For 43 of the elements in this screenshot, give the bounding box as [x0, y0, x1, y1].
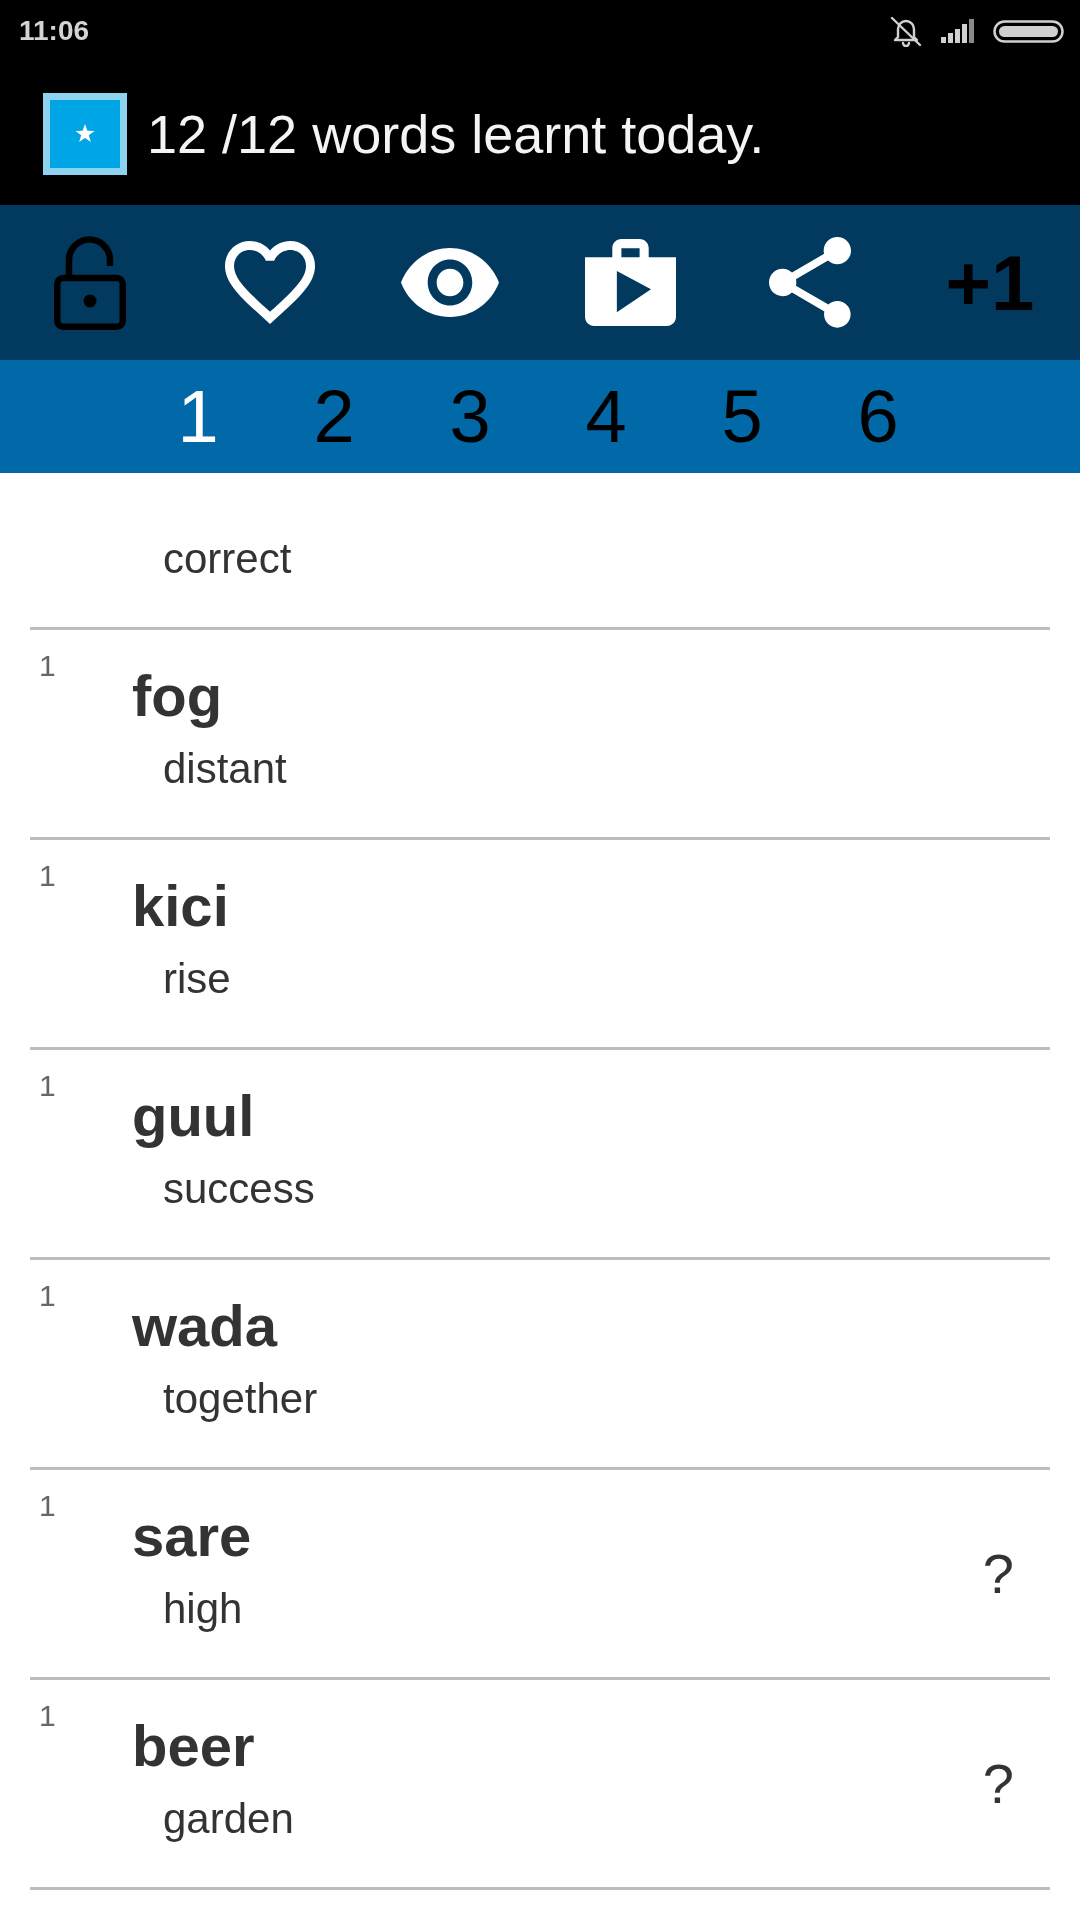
- meaning-text: together: [163, 1375, 318, 1423]
- meaning-text: distant: [163, 745, 287, 793]
- title-text: 12 /12 words learnt today.: [147, 102, 765, 165]
- list-item[interactable]: correct: [30, 473, 1050, 630]
- list-item[interactable]: 1 kici rise: [30, 840, 1050, 1050]
- row-number: 1: [39, 651, 56, 681]
- meaning-text: high: [163, 1585, 243, 1633]
- row-number: 1: [39, 1491, 56, 1521]
- row-number: 1: [39, 1071, 56, 1101]
- bell-off-icon: [889, 15, 923, 47]
- word-text: fog: [132, 664, 223, 728]
- row-number: 1: [39, 861, 56, 891]
- word-text: guul: [132, 1084, 255, 1148]
- tab[interactable]: 3: [402, 360, 538, 473]
- list-item[interactable]: 1 sare high ?: [30, 1470, 1050, 1680]
- row-number: 1: [39, 1701, 56, 1731]
- status-time: 11:06: [19, 15, 90, 47]
- battery-icon: [993, 19, 1064, 43]
- word-text: beer: [132, 1714, 255, 1778]
- meaning-text: garden: [163, 1795, 294, 1843]
- list-item[interactable]: 1 fog distant: [30, 630, 1050, 840]
- list-item[interactable]: 1 beer garden ?: [30, 1680, 1050, 1890]
- meaning-text: success: [163, 1165, 315, 1213]
- bag-play-icon[interactable]: [584, 239, 676, 326]
- row-number: 1: [39, 1281, 56, 1311]
- meaning-text: correct: [163, 535, 292, 583]
- question-mark: ?: [982, 1753, 1014, 1814]
- signal-icon: [940, 19, 976, 43]
- list-item[interactable]: 1 guul success: [30, 1050, 1050, 1260]
- tab[interactable]: 1: [130, 360, 266, 473]
- eye-icon[interactable]: [401, 248, 499, 317]
- tab[interactable]: 4: [538, 360, 674, 473]
- heart-icon[interactable]: [225, 241, 315, 324]
- word-text: kici: [132, 874, 229, 938]
- tab[interactable]: 6: [810, 360, 946, 473]
- question-mark: ?: [982, 1543, 1014, 1604]
- share-icon[interactable]: [769, 237, 851, 328]
- word-text: sare: [132, 1504, 252, 1568]
- tab[interactable]: 5: [674, 360, 810, 473]
- tab[interactable]: 2: [266, 360, 402, 473]
- word-text: wada: [132, 1294, 278, 1358]
- meaning-text: rise: [163, 955, 231, 1003]
- list-item[interactable]: 1 wada together: [30, 1260, 1050, 1470]
